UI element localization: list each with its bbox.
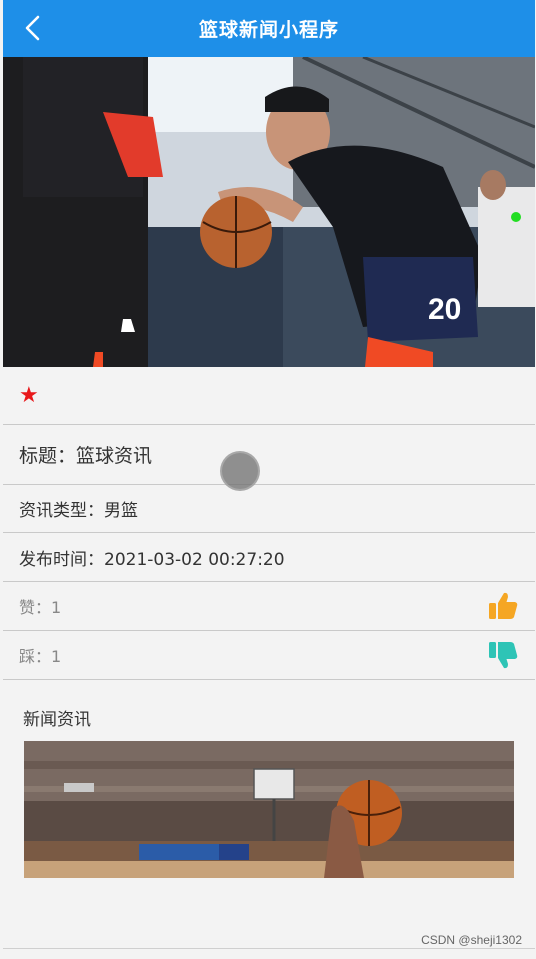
- thumbs-down-icon[interactable]: [487, 639, 519, 671]
- page-title: 篮球新闻小程序: [198, 19, 339, 41]
- back-button[interactable]: [15, 10, 51, 46]
- favorite-row: ★: [3, 367, 535, 425]
- like-count: 赞：1: [19, 598, 62, 617]
- time-row: 发布时间：2021-03-02 00:27:20: [3, 533, 535, 582]
- news-image[interactable]: [24, 741, 514, 878]
- like-row: 赞：1: [3, 582, 535, 631]
- svg-text:20: 20: [428, 293, 461, 326]
- watermark-text: CSDN @sheji1302: [421, 933, 522, 947]
- app-root: 篮球新闻小程序 20 ★ 标题：篮球资讯 资讯类型：男篮 发布时间：2021-0…: [0, 0, 536, 959]
- news-section-heading: 新闻资讯: [23, 710, 91, 730]
- dislike-row: 踩：1: [3, 631, 535, 680]
- news-title: 标题：篮球资讯: [19, 445, 153, 467]
- hero-image: 20: [3, 57, 535, 367]
- title-row: 标题：篮球资讯: [3, 425, 535, 485]
- top-nav-bar: 篮球新闻小程序: [3, 0, 535, 57]
- thumbs-up-icon[interactable]: [487, 590, 519, 622]
- type-row: 资讯类型：男篮: [3, 485, 535, 533]
- star-icon[interactable]: ★: [19, 384, 39, 407]
- dislike-count: 踩：1: [19, 647, 62, 666]
- news-detail-list: ★ 标题：篮球资讯 资讯类型：男篮 发布时间：2021-03-02 00:27:…: [3, 367, 535, 680]
- bottom-divider: [3, 948, 535, 949]
- news-type: 资讯类型：男篮: [19, 501, 138, 521]
- publish-time: 发布时间：2021-03-02 00:27:20: [19, 549, 285, 570]
- chevron-left-icon: [25, 15, 40, 41]
- touch-indicator: [220, 451, 260, 491]
